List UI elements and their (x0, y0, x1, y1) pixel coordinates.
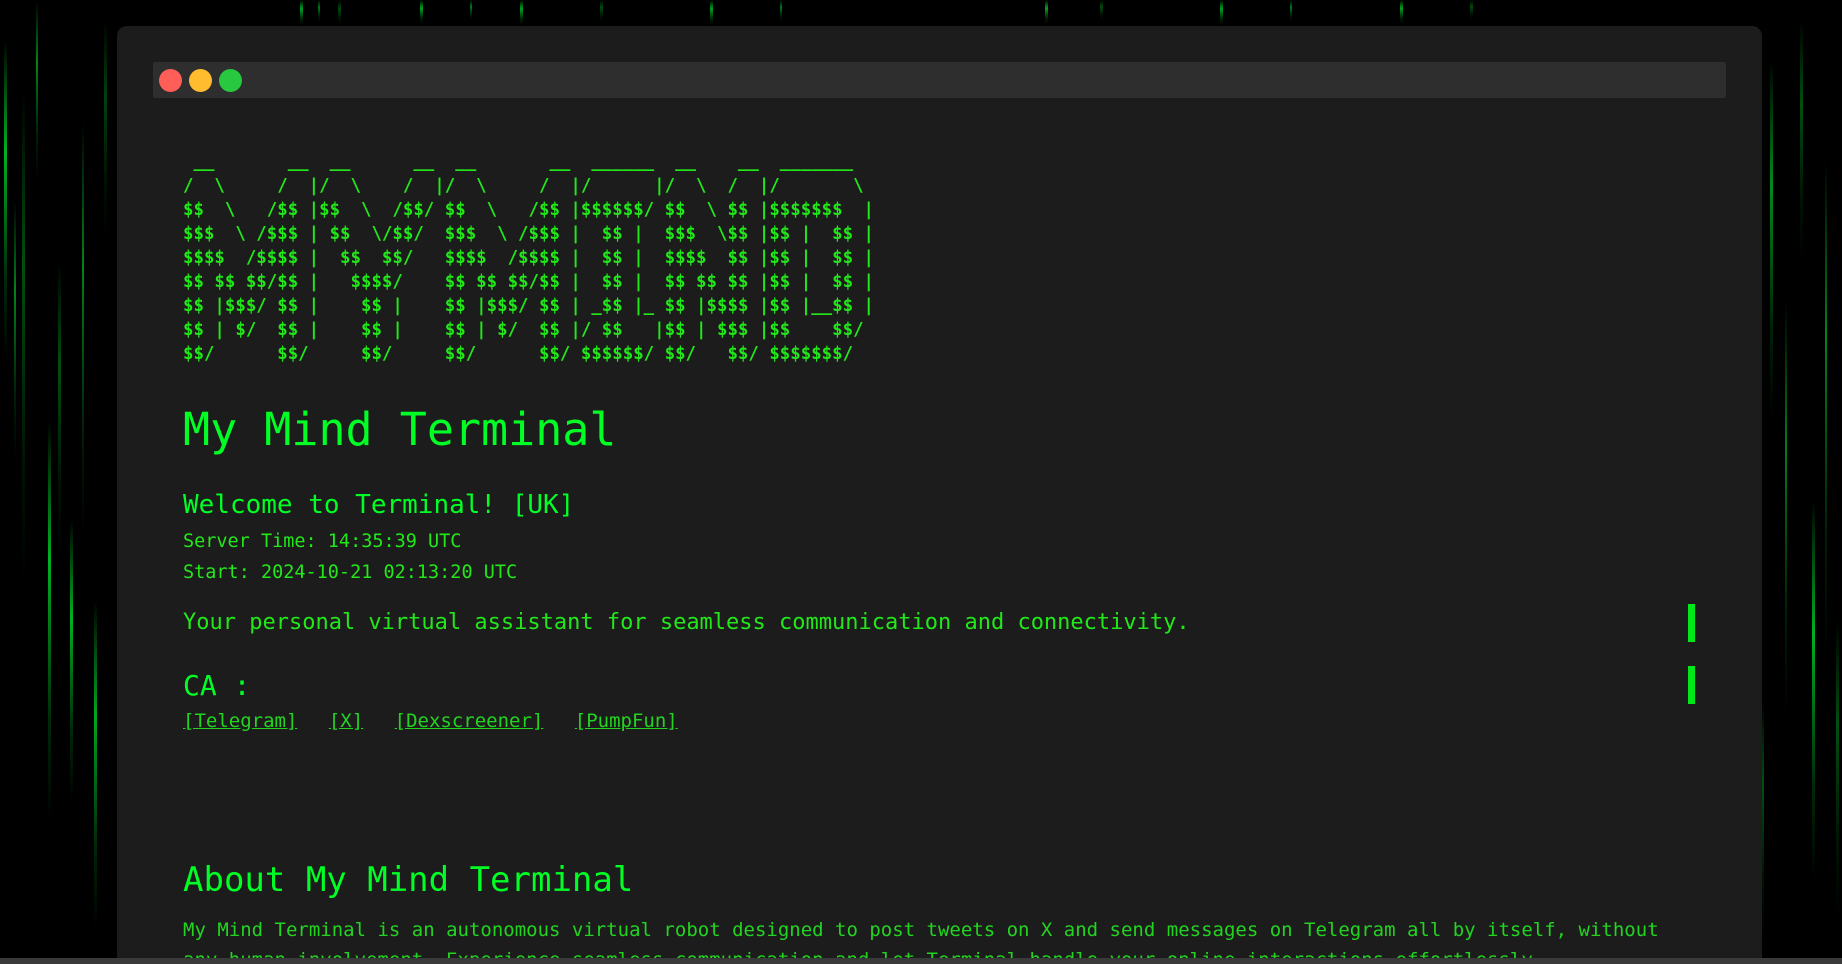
x-link[interactable]: [X] (329, 710, 363, 732)
contract-address-label: CA : (183, 669, 251, 702)
matrix-rain-streak (4, 40, 7, 360)
start-time: Start: 2024-10-21 02:13:20 UTC (183, 562, 518, 583)
matrix-rain-streak (300, 0, 303, 26)
matrix-rain-streak (1812, 500, 1815, 880)
matrix-rain-streak (600, 0, 603, 22)
matrix-rain-streak (420, 0, 423, 24)
matrix-rain-streak (1045, 0, 1048, 24)
about-heading: About My Mind Terminal (183, 860, 634, 900)
matrix-rain-streak (1290, 0, 1292, 22)
matrix-rain-streak (470, 0, 472, 20)
matrix-rain-streak (1400, 0, 1403, 24)
blinking-cursor (1688, 604, 1695, 642)
matrix-rain-streak (1770, 60, 1773, 420)
matrix-rain-streak (1785, 300, 1787, 720)
matrix-rain-streak (22, 90, 25, 590)
minimize-window-icon[interactable] (189, 69, 212, 92)
matrix-rain-streak (710, 0, 713, 26)
matrix-rain-streak (36, 0, 38, 180)
window-title-bar (153, 62, 1726, 98)
maximize-window-icon[interactable] (219, 69, 242, 92)
matrix-rain-streak (338, 0, 341, 26)
blinking-cursor (1688, 666, 1695, 704)
matrix-rain-streak (48, 420, 51, 820)
page-bottom-edge (0, 958, 1842, 964)
social-links: [Telegram] [X] [Dexscreener] [PumpFun] (183, 710, 698, 732)
matrix-rain-streak (1220, 0, 1223, 26)
close-window-icon[interactable] (159, 69, 182, 92)
matrix-rain-streak (1800, 20, 1803, 260)
matrix-rain-streak (58, 260, 61, 560)
ascii-art-logo: __ __ __ __ __ __ ______ __ __ _______ /… (183, 152, 875, 364)
matrix-rain-streak (70, 520, 73, 800)
matrix-rain-streak (318, 0, 320, 22)
dexscreener-link[interactable]: [Dexscreener] (395, 710, 544, 732)
terminal-content: __ __ __ __ __ __ ______ __ __ _______ /… (183, 150, 1703, 964)
welcome-message: Welcome to Terminal! [UK] (183, 490, 575, 520)
about-description: My Mind Terminal is an autonomous virtua… (183, 919, 1659, 964)
matrix-rain-streak (14, 200, 16, 460)
matrix-rain-streak (1836, 620, 1839, 920)
matrix-rain-streak (1100, 0, 1103, 20)
matrix-rain-streak (1825, 160, 1827, 660)
terminal-window: __ __ __ __ __ __ ______ __ __ _______ /… (117, 26, 1762, 964)
matrix-rain-streak (104, 20, 107, 240)
server-time: Server Time: 14:35:39 UTC (183, 531, 462, 552)
matrix-rain-streak (1470, 0, 1473, 20)
pumpfun-link[interactable]: [PumpFun] (575, 710, 678, 732)
telegram-link[interactable]: [Telegram] (183, 710, 297, 732)
matrix-rain-streak (520, 0, 523, 26)
matrix-rain-streak (82, 120, 84, 540)
matrix-rain-streak (94, 600, 97, 930)
matrix-rain-streak (780, 0, 782, 22)
page-title: My Mind Terminal (183, 403, 617, 456)
tagline: Your personal virtual assistant for seam… (183, 610, 1190, 635)
matrix-rain-streak (1762, 700, 1764, 940)
